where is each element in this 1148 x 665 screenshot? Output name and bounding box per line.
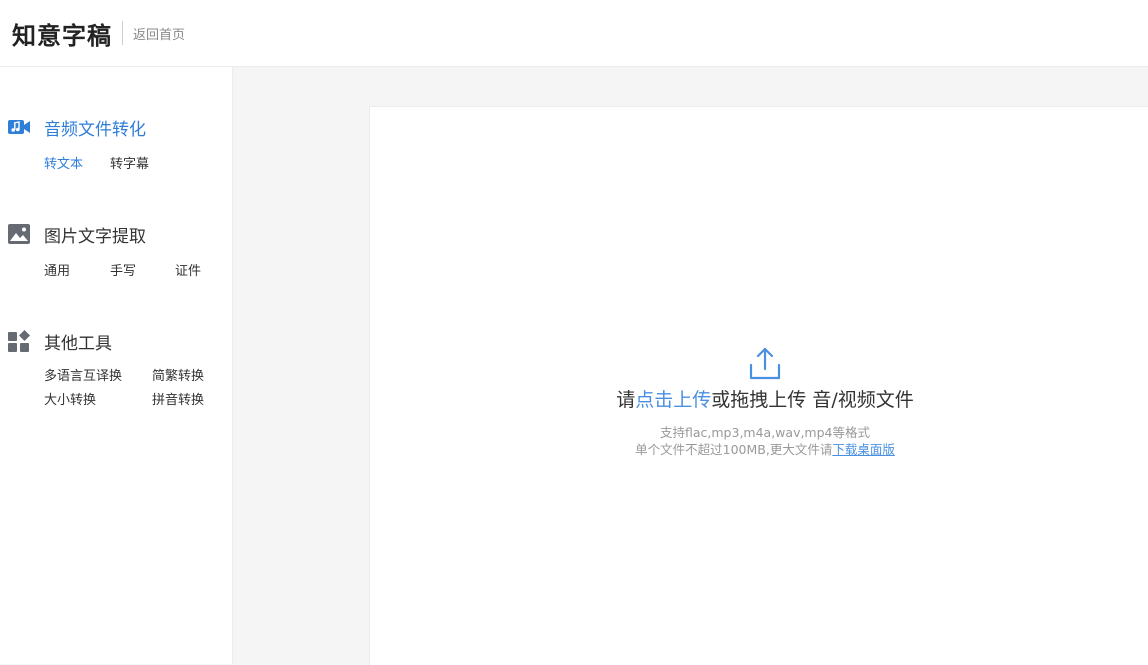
sidebar: 音频文件转化 转文本 转字幕 图片文字提取 通用 手写 证件 其他工具 多语言互… xyxy=(0,67,233,664)
sidebar-item-case[interactable]: 大小转换 xyxy=(44,389,152,413)
back-home-link[interactable]: 返回首页 xyxy=(133,24,185,43)
upload-hint: 支持flac,mp3,m4a,wav,mp4等格式 单个文件不超过100MB,更… xyxy=(370,424,1148,458)
sidebar-item-handwriting[interactable]: 手写 xyxy=(110,260,175,284)
sidebar-group-head-audio[interactable]: 音频文件转化 xyxy=(0,115,232,140)
upload-suffix: 或拖拽上传 音/视频文件 xyxy=(711,389,914,411)
sidebar-group-title: 音频文件转化 xyxy=(44,119,146,140)
upload-prefix: 请 xyxy=(616,389,636,411)
sidebar-subitems-tools: 多语言互译换 简繁转换 大小转换 拼音转换 xyxy=(44,365,224,413)
apps-icon xyxy=(8,330,30,352)
sidebar-group-title: 其他工具 xyxy=(44,333,112,354)
download-desktop-link[interactable]: 下载桌面版 xyxy=(832,442,895,457)
upload-panel[interactable]: 请点击上传或拖拽上传 音/视频文件 支持flac,mp3,m4a,wav,mp4… xyxy=(369,106,1148,665)
app-logo[interactable]: 知意字稿 xyxy=(12,16,112,51)
sidebar-item-general[interactable]: 通用 xyxy=(44,260,110,284)
sidebar-item-trad-simp[interactable]: 简繁转换 xyxy=(152,365,222,389)
header-divider xyxy=(122,21,123,45)
sidebar-group-head-image[interactable]: 图片文字提取 xyxy=(0,222,232,247)
app-header: 知意字稿 返回首页 xyxy=(0,0,1148,67)
sidebar-item-pinyin[interactable]: 拼音转换 xyxy=(152,389,222,413)
sidebar-subitems-audio: 转文本 转字幕 xyxy=(44,153,224,177)
sidebar-item-to-subtitle[interactable]: 转字幕 xyxy=(110,153,176,177)
file-size-hint: 单个文件不超过100MB,更大文件请下载桌面版 xyxy=(370,441,1148,458)
file-size-text: 单个文件不超过100MB,更大文件请 xyxy=(635,442,833,457)
sidebar-group-title: 图片文字提取 xyxy=(44,226,146,247)
audio-video-icon xyxy=(8,116,30,138)
sidebar-group-image: 图片文字提取 通用 手写 证件 xyxy=(0,222,232,284)
sidebar-item-to-text[interactable]: 转文本 xyxy=(44,153,110,177)
sidebar-subitems-image: 通用 手写 证件 xyxy=(44,260,224,284)
sidebar-item-translate[interactable]: 多语言互译换 xyxy=(44,365,152,389)
upload-dropzone[interactable]: 请点击上传或拖拽上传 音/视频文件 支持flac,mp3,m4a,wav,mp4… xyxy=(370,347,1148,458)
sidebar-group-head-tools[interactable]: 其他工具 xyxy=(0,329,232,354)
sidebar-group-tools: 其他工具 多语言互译换 简繁转换 大小转换 拼音转换 xyxy=(0,329,232,413)
upload-instruction: 请点击上传或拖拽上传 音/视频文件 xyxy=(370,385,1148,412)
image-icon xyxy=(8,223,30,245)
sidebar-item-id-document[interactable]: 证件 xyxy=(175,260,215,284)
sidebar-group-audio: 音频文件转化 转文本 转字幕 xyxy=(0,115,232,177)
click-upload-link[interactable]: 点击上传 xyxy=(635,389,711,411)
supported-formats-text: 支持flac,mp3,m4a,wav,mp4等格式 xyxy=(660,425,870,440)
upload-icon[interactable] xyxy=(749,347,781,381)
